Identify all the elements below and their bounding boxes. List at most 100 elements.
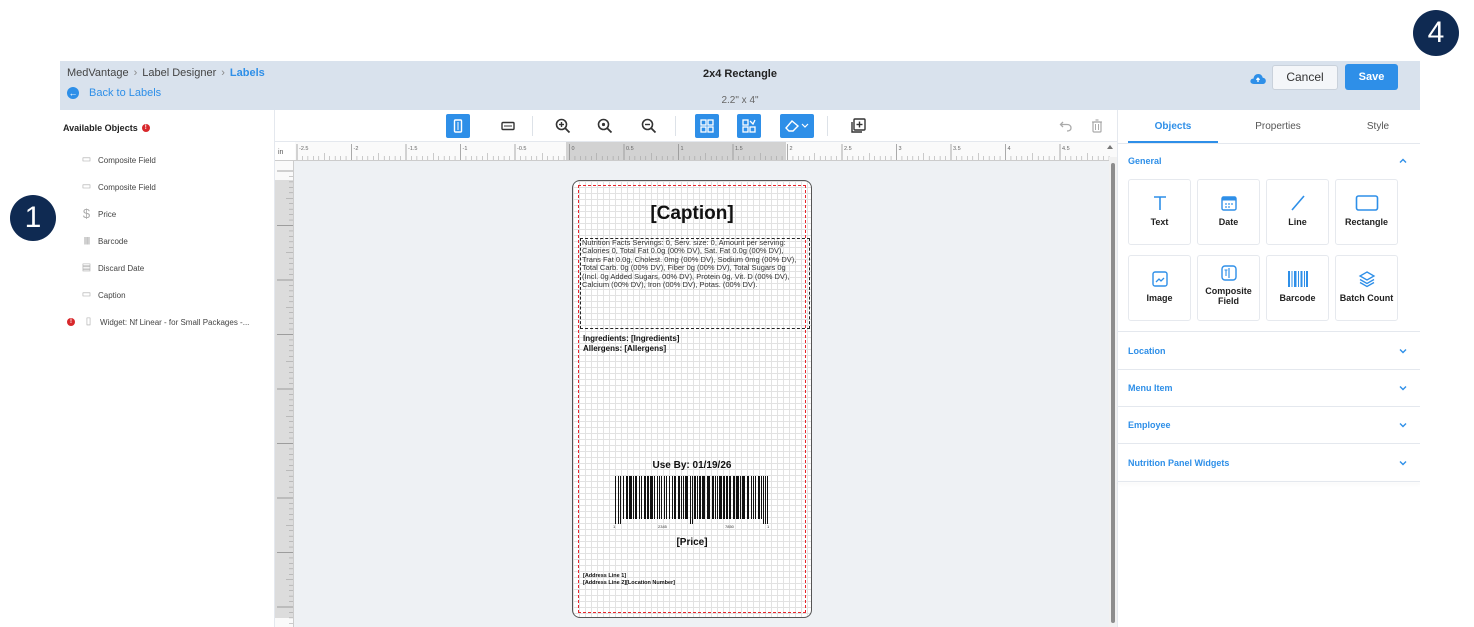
available-objects-title: Available Objects !: [63, 123, 150, 133]
callout-4: 4: [1413, 10, 1459, 56]
layers-icon: [1336, 270, 1397, 288]
zoom-out-icon: [641, 118, 657, 134]
horizontal-ruler: in -2.5 -2 -1.5 -1 -0.5 0 0.5 1 1.5 2 2.5 3 3.5 4 4.5: [275, 142, 1117, 161]
zoom-out-button[interactable]: [637, 114, 661, 138]
barcode-bar: [726, 476, 728, 519]
barcode-bar: [633, 476, 634, 519]
barcode-bar: [747, 476, 749, 519]
barcode-bar: [740, 476, 741, 519]
barcode-field[interactable]: 1 2345 7850 1: [613, 476, 773, 532]
delete-button[interactable]: [1085, 114, 1109, 138]
toolbar-divider: [827, 116, 828, 136]
scrollbar-thumb[interactable]: [1111, 163, 1115, 623]
cloud-upload-icon[interactable]: [1250, 72, 1266, 85]
barcode-bar: [661, 476, 662, 519]
line-icon: [1267, 194, 1328, 212]
object-card-line[interactable]: Line: [1266, 179, 1329, 245]
chevron-down-icon[interactable]: [1398, 346, 1408, 356]
canvas-scrollbar[interactable]: [1109, 157, 1117, 627]
grid-button[interactable]: [695, 114, 719, 138]
barcode-bar: [694, 476, 696, 519]
barcode-bar: [712, 476, 714, 519]
snap-to-grid-button[interactable]: [737, 114, 761, 138]
ruler-tick-label: 0: [572, 146, 575, 152]
object-card-text[interactable]: Text: [1128, 179, 1191, 245]
nutrition-facts-widget[interactable]: Nutrition Facts Servings: 0, Serv. size:…: [580, 238, 810, 329]
object-card-batch-count[interactable]: Batch Count: [1335, 255, 1398, 321]
zoom-reset-button[interactable]: [593, 114, 617, 138]
save-button[interactable]: Save: [1345, 64, 1398, 90]
barcode-bar: [729, 476, 731, 519]
zoom-in-button[interactable]: [551, 114, 575, 138]
object-item-widget-nf-linear[interactable]: ! ▯ Widget: Nf Linear - for Small Packag…: [67, 314, 249, 330]
canvas-toolbar: [275, 110, 1117, 142]
barcode-bar: [672, 476, 673, 519]
ruler-tick-label: -2: [354, 146, 359, 152]
portrait-orientation-button[interactable]: [446, 114, 470, 138]
object-item-caption[interactable]: ▭ Caption: [81, 287, 126, 303]
ruler-unit-label: in: [278, 149, 284, 156]
toolbar-divider: [532, 116, 533, 136]
add-page-button[interactable]: [846, 114, 870, 138]
add-layer-icon: [851, 118, 866, 133]
ruler-tick-label: 3.5: [953, 146, 961, 152]
undo-button[interactable]: [1054, 114, 1078, 138]
chevron-up-icon[interactable]: [1398, 156, 1408, 166]
chevron-down-icon[interactable]: [1398, 383, 1408, 393]
address-line-2-field[interactable]: [Address Line 2][Location Number]: [583, 580, 675, 586]
barcode-bar: [654, 476, 655, 519]
barcode-bar: [620, 476, 621, 524]
section-divider: [1118, 443, 1420, 444]
section-employee[interactable]: Employee: [1128, 420, 1171, 430]
barcode-icon: [1267, 270, 1328, 288]
section-location[interactable]: Location: [1128, 346, 1166, 356]
barcode-bar: [692, 476, 693, 524]
object-item-price[interactable]: $ Price: [81, 206, 116, 222]
design-canvas[interactable]: [Caption] Nutrition Facts Servings: 0, S…: [294, 161, 1109, 627]
eraser-icon: [785, 120, 809, 132]
section-general[interactable]: General: [1128, 156, 1162, 166]
object-item-composite-field[interactable]: ▭ Composite Field: [81, 179, 156, 195]
ingredients-field[interactable]: Ingredients: [Ingredients]: [583, 334, 679, 343]
text-icon: [1129, 194, 1190, 212]
object-card-barcode[interactable]: Barcode: [1266, 255, 1329, 321]
object-card-date[interactable]: Date: [1197, 179, 1260, 245]
barcode-bar: [683, 476, 684, 519]
object-card-composite-field[interactable]: Composite Field: [1197, 255, 1260, 321]
object-card-rectangle[interactable]: Rectangle: [1335, 179, 1398, 245]
undo-icon: [1059, 121, 1072, 132]
landscape-orientation-button[interactable]: [496, 114, 520, 138]
zoom-fit-icon: [597, 118, 613, 134]
label-preview[interactable]: [Caption] Nutrition Facts Servings: 0, S…: [572, 180, 812, 618]
dollar-icon: $: [82, 206, 91, 221]
cancel-button[interactable]: Cancel: [1272, 65, 1338, 90]
object-item-discard-date[interactable]: ▤ Discard Date: [81, 260, 144, 276]
vertical-ruler: [275, 161, 294, 627]
caption-field[interactable]: [Caption]: [573, 203, 811, 225]
section-menu-item[interactable]: Menu Item: [1128, 383, 1173, 393]
available-objects-panel: Available Objects ! ▭ Composite Field ▭ …: [60, 110, 275, 627]
price-field[interactable]: [Price]: [573, 537, 811, 548]
object-item-composite-field[interactable]: ▭ Composite Field: [81, 152, 156, 168]
tab-style[interactable]: Style: [1338, 121, 1418, 132]
use-by-date-field[interactable]: Use By: 01/19/26: [573, 460, 811, 471]
barcode-digits: 2345: [658, 524, 668, 529]
ruler-tick-label: 3: [899, 146, 902, 152]
eraser-dropdown-button[interactable]: [780, 114, 814, 138]
tab-objects[interactable]: Objects: [1128, 121, 1218, 132]
chevron-down-icon[interactable]: [1398, 458, 1408, 468]
barcode-bar: [685, 476, 688, 519]
barcode-bar: [618, 476, 619, 524]
address-line-1-field[interactable]: [Address Line 1]: [583, 573, 626, 579]
chevron-down-icon[interactable]: [1398, 420, 1408, 430]
tab-properties[interactable]: Properties: [1233, 121, 1323, 132]
barcode-bar: [699, 476, 701, 519]
ruler-tick-label: 1.5: [735, 146, 743, 152]
section-nutrition-panel-widgets[interactable]: Nutrition Panel Widgets: [1128, 458, 1229, 468]
object-item-label: Composite Field: [98, 182, 156, 192]
barcode-bar: [629, 476, 632, 519]
object-card-image[interactable]: Image: [1128, 255, 1191, 321]
barcode-bar: [742, 476, 745, 519]
object-item-barcode[interactable]: ||||| Barcode: [81, 233, 128, 249]
allergens-field[interactable]: Allergens: [Allergens]: [583, 344, 666, 353]
